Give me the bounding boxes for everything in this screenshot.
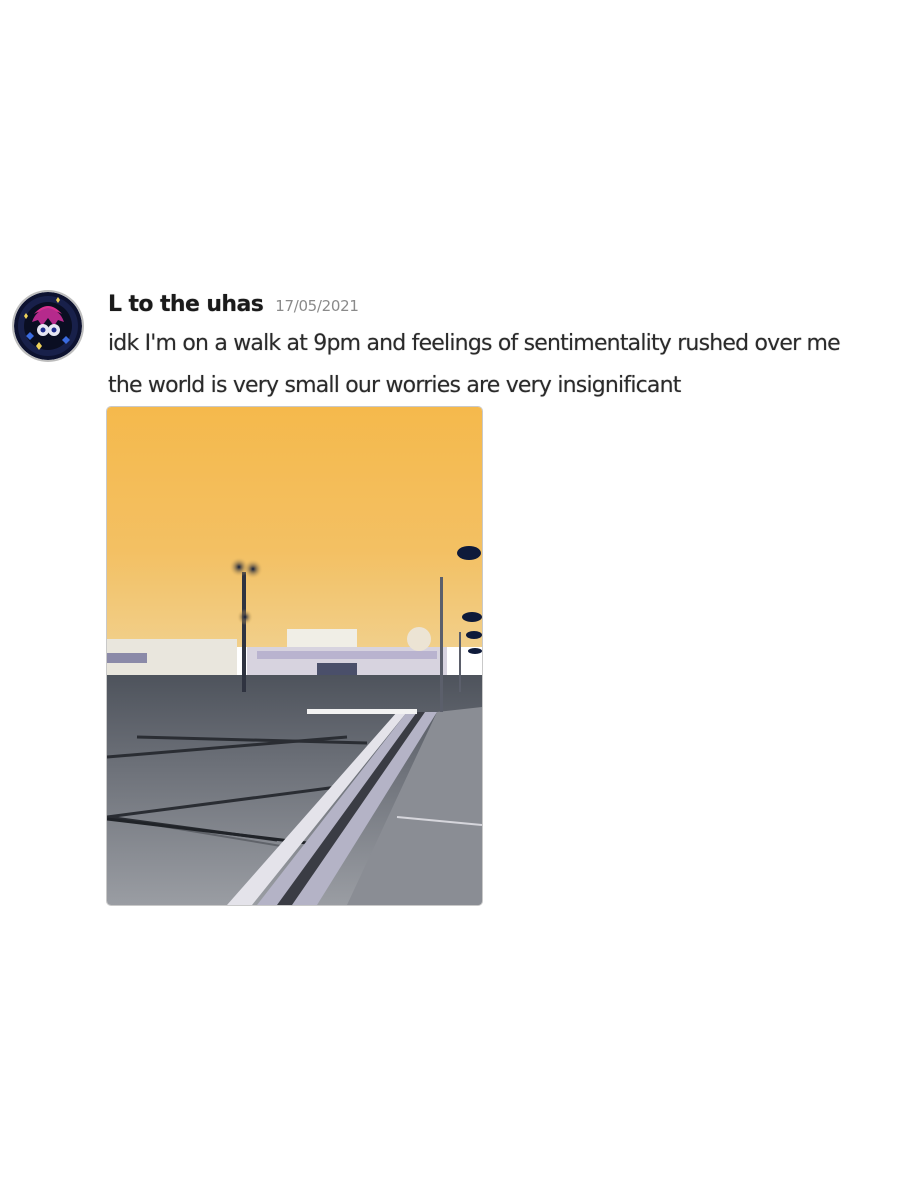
image-attachment[interactable] [107, 407, 482, 905]
attachment-photo [107, 407, 482, 905]
chat-message: L to the uhas 17/05/2021 idk I'm on a wa… [0, 0, 900, 1200]
avatar-image [14, 292, 82, 360]
timestamp: 17/05/2021 [275, 297, 359, 315]
username[interactable]: L to the uhas [108, 292, 264, 317]
message-text-line: idk I'm on a walk at 9pm and feelings of… [108, 331, 841, 356]
message-header: L to the uhas 17/05/2021 [108, 292, 359, 317]
message-text-line: the world is very small our worries are … [108, 373, 681, 398]
avatar[interactable] [14, 292, 82, 360]
